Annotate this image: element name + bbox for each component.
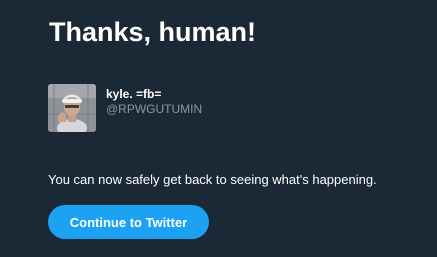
user-handle: @RPWGUTUMIN [106, 102, 203, 116]
avatar [48, 84, 96, 132]
user-display-name: kyle. =fb= [106, 87, 162, 101]
confirmation-message: You can now safely get back to seeing wh… [48, 172, 377, 187]
continue-to-twitter-button[interactable]: Continue to Twitter [48, 205, 209, 239]
page-title: Thanks, human! [49, 17, 257, 47]
profile-photo-icon [48, 84, 96, 132]
